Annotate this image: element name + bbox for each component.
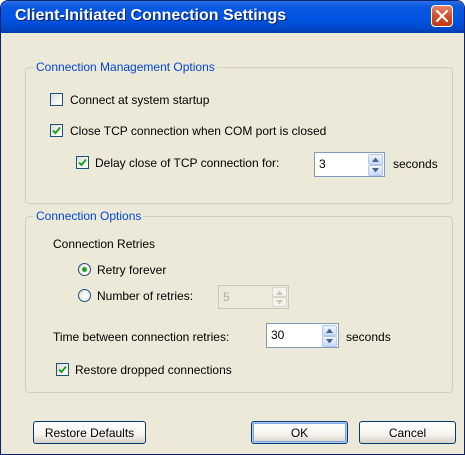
- number-of-retries-value[interactable]: 5: [223, 290, 230, 304]
- connect-at-startup-checkbox[interactable]: [50, 93, 63, 106]
- delay-seconds-value[interactable]: 3: [319, 157, 326, 171]
- arrow-down-icon: [276, 300, 283, 305]
- check-mark-icon: [58, 365, 67, 374]
- time-between-spinbox[interactable]: 30: [266, 323, 339, 348]
- check-mark-icon: [52, 126, 61, 135]
- number-of-retries-radio[interactable]: [78, 289, 91, 302]
- arrow-up-icon: [326, 328, 333, 333]
- time-between-retries-label: Time between connection retries:: [53, 330, 230, 344]
- delay-seconds-spinbox[interactable]: 3: [314, 152, 385, 177]
- time-between-value[interactable]: 30: [271, 328, 284, 342]
- arrow-down-icon: [372, 168, 379, 173]
- retry-forever-radio[interactable]: [78, 263, 91, 276]
- time-between-unit: seconds: [346, 330, 391, 344]
- restore-defaults-button[interactable]: Restore Defaults: [33, 421, 146, 444]
- delay-close-label[interactable]: Delay close of TCP connection for:: [95, 156, 279, 170]
- ok-button[interactable]: OK: [251, 421, 348, 444]
- title-bar[interactable]: Client-Initiated Connection Settings: [1, 1, 464, 33]
- close-button[interactable]: [431, 5, 453, 27]
- retry-forever-label[interactable]: Retry forever: [97, 263, 166, 277]
- number-of-retries-label[interactable]: Number of retries:: [97, 289, 193, 303]
- delay-spin-up-button[interactable]: [368, 154, 383, 165]
- retries-spin-down-button[interactable]: [272, 297, 287, 307]
- retries-spin-up-button[interactable]: [272, 287, 287, 297]
- close-tcp-checkbox[interactable]: [50, 124, 63, 137]
- check-mark-icon: [78, 158, 87, 167]
- time-spin-down-button[interactable]: [322, 336, 337, 347]
- radio-selected-dot: [82, 267, 87, 272]
- connection-options-legend: Connection Options: [34, 209, 144, 223]
- window-title: Client-Initiated Connection Settings: [15, 7, 287, 24]
- delay-close-checkbox[interactable]: [76, 156, 89, 169]
- restore-dropped-checkbox[interactable]: [56, 363, 69, 376]
- connect-at-startup-label[interactable]: Connect at system startup: [70, 93, 209, 107]
- cancel-button[interactable]: Cancel: [359, 421, 456, 444]
- restore-dropped-label[interactable]: Restore dropped connections: [75, 363, 232, 377]
- number-of-retries-spinbox[interactable]: 5: [218, 285, 289, 309]
- time-spin-up-button[interactable]: [322, 325, 337, 336]
- close-icon: [436, 10, 448, 22]
- dialog-window: Client-Initiated Connection Settings Con…: [0, 0, 465, 455]
- connection-management-legend: Connection Management Options: [34, 60, 217, 74]
- close-tcp-label[interactable]: Close TCP connection when COM port is cl…: [70, 124, 326, 138]
- arrow-down-icon: [326, 339, 333, 344]
- connection-retries-label: Connection Retries: [53, 237, 156, 251]
- arrow-up-icon: [372, 157, 379, 162]
- delay-seconds-unit: seconds: [393, 157, 438, 171]
- delay-spin-down-button[interactable]: [368, 165, 383, 176]
- arrow-up-icon: [276, 290, 283, 295]
